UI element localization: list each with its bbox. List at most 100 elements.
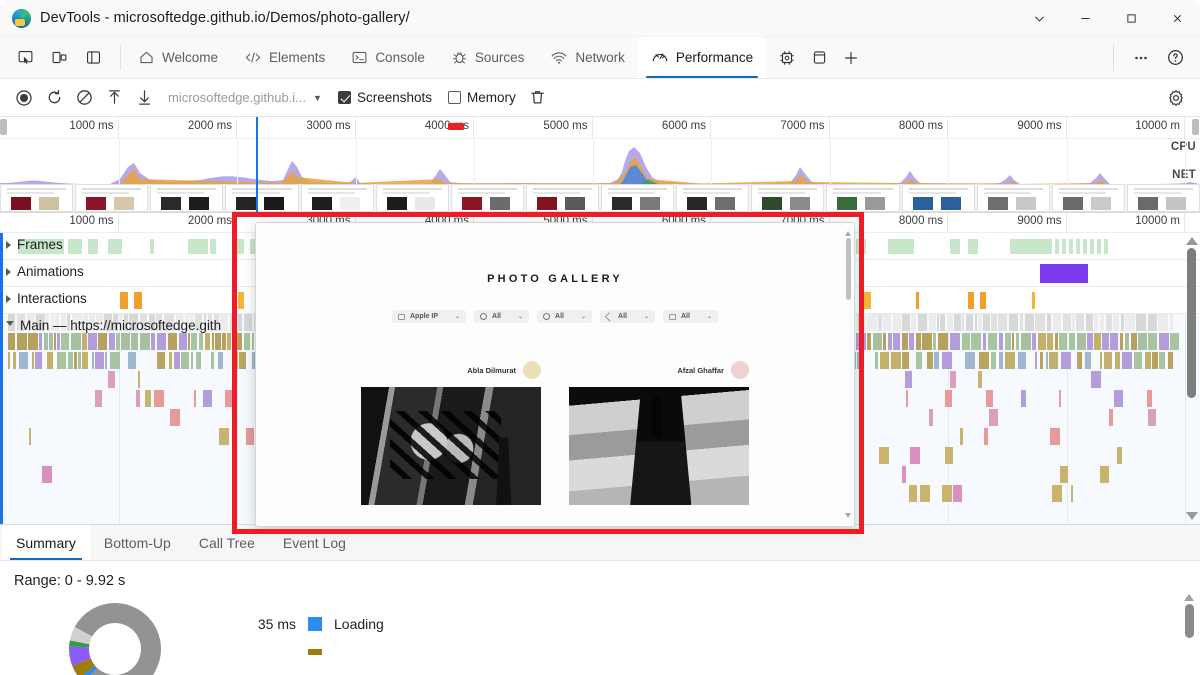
- flame-bar[interactable]: [991, 352, 996, 369]
- flame-bar[interactable]: [230, 314, 237, 331]
- interaction-bar[interactable]: [1032, 292, 1035, 309]
- tab-bottom-up[interactable]: Bottom-Up: [90, 525, 185, 560]
- tab-elements[interactable]: Elements: [231, 37, 338, 78]
- frame-bar[interactable]: [888, 239, 914, 254]
- overview-playhead[interactable]: [256, 117, 258, 212]
- flame-bar[interactable]: [905, 371, 912, 388]
- flame-bar[interactable]: [916, 352, 922, 369]
- flame-bar[interactable]: [1085, 352, 1091, 369]
- flame-bar[interactable]: [1125, 314, 1135, 331]
- flame-bar[interactable]: [909, 485, 917, 502]
- flame-bar[interactable]: [1021, 390, 1026, 407]
- flame-bar[interactable]: [28, 333, 38, 350]
- flame-bar[interactable]: [199, 333, 203, 350]
- flame-bar[interactable]: [136, 390, 140, 407]
- interaction-bar[interactable]: [968, 292, 974, 309]
- flame-bar[interactable]: [205, 333, 210, 350]
- flame-bar[interactable]: [910, 447, 920, 464]
- flame-bar[interactable]: [1087, 333, 1093, 350]
- help-icon[interactable]: [1160, 43, 1190, 73]
- flame-bar[interactable]: [1025, 314, 1034, 331]
- flame-bar[interactable]: [902, 333, 908, 350]
- filmstrip-frame[interactable]: [826, 184, 899, 212]
- flame-bar[interactable]: [986, 390, 993, 407]
- animation-bar[interactable]: [1040, 264, 1088, 283]
- flame-bar[interactable]: [1136, 314, 1146, 331]
- flame-bar[interactable]: [105, 352, 107, 369]
- filmstrip-frame[interactable]: [601, 184, 674, 212]
- flame-bar[interactable]: [950, 371, 956, 388]
- flame-bar[interactable]: [1158, 314, 1168, 331]
- flame-bar[interactable]: [979, 352, 989, 369]
- minimize-icon[interactable]: [1062, 0, 1108, 37]
- flame-bar[interactable]: [170, 409, 180, 426]
- filmstrip-frame[interactable]: [150, 184, 223, 212]
- selection-left-edge[interactable]: [0, 233, 3, 524]
- flame-bar[interactable]: [1115, 352, 1120, 369]
- flame-bar[interactable]: [154, 390, 164, 407]
- flame-bar[interactable]: [157, 333, 166, 350]
- frame-bar[interactable]: [1090, 239, 1094, 254]
- filmstrip-frame[interactable]: [1127, 184, 1200, 212]
- flame-bar[interactable]: [950, 333, 960, 350]
- flame-bar[interactable]: [92, 352, 94, 369]
- flame-bar[interactable]: [1122, 352, 1132, 369]
- flame-bar[interactable]: [57, 352, 66, 369]
- frame-bar[interactable]: [1069, 239, 1073, 254]
- flame-bar[interactable]: [181, 352, 189, 369]
- flame-bar[interactable]: [95, 352, 104, 369]
- flame-bar[interactable]: [1009, 314, 1018, 331]
- flame-bar[interactable]: [1076, 314, 1084, 331]
- flame-bar[interactable]: [902, 352, 909, 369]
- flame-bar[interactable]: [1131, 333, 1137, 350]
- scroll-up-icon[interactable]: [1186, 237, 1198, 245]
- flame-bar[interactable]: [238, 314, 242, 331]
- flame-bar[interactable]: [227, 333, 231, 350]
- flame-bar[interactable]: [108, 371, 115, 388]
- flame-bar[interactable]: [1170, 333, 1179, 350]
- scrollbar-thumb[interactable]: [846, 238, 851, 300]
- maximize-icon[interactable]: [1108, 0, 1154, 37]
- frame-bar[interactable]: [1104, 239, 1108, 254]
- flame-bar[interactable]: [1102, 333, 1109, 350]
- flame-bar[interactable]: [1117, 447, 1122, 464]
- flame-bar[interactable]: [252, 333, 254, 350]
- flame-bar[interactable]: [17, 333, 27, 350]
- preview-scrollbar[interactable]: [844, 229, 852, 520]
- flame-bar[interactable]: [867, 314, 877, 331]
- flame-bar[interactable]: [922, 333, 932, 350]
- filter-camera[interactable]: Apple IP ⌄: [392, 310, 466, 323]
- flame-bar[interactable]: [920, 485, 930, 502]
- flame-bar[interactable]: [233, 333, 242, 350]
- flame-bar[interactable]: [1071, 485, 1073, 502]
- flame-bar[interactable]: [8, 352, 10, 369]
- scroll-up-icon[interactable]: [845, 231, 851, 236]
- flame-bar[interactable]: [1104, 352, 1112, 369]
- track-header-interactions[interactable]: Interactions: [6, 291, 87, 306]
- flame-bar[interactable]: [1053, 314, 1061, 331]
- scrollbar-thumb[interactable]: [1187, 248, 1196, 398]
- flame-bar[interactable]: [978, 371, 982, 388]
- tab-performance[interactable]: Performance: [638, 37, 766, 78]
- flame-bar[interactable]: [940, 314, 945, 331]
- flame-bar[interactable]: [998, 314, 1007, 331]
- memory-checkbox[interactable]: Memory: [448, 90, 516, 105]
- flame-bar[interactable]: [911, 314, 916, 331]
- filmstrip-frame[interactable]: [0, 184, 73, 212]
- filmstrip-frame[interactable]: [751, 184, 824, 212]
- flame-bar[interactable]: [157, 352, 165, 369]
- flame-bar[interactable]: [1072, 314, 1075, 331]
- scroll-up-icon[interactable]: [1184, 594, 1194, 601]
- frame-bar[interactable]: [1076, 239, 1080, 254]
- flame-bar[interactable]: [239, 352, 246, 369]
- flame-bar[interactable]: [1152, 352, 1158, 369]
- flame-bar[interactable]: [878, 314, 882, 331]
- flame-bar[interactable]: [1114, 390, 1123, 407]
- flame-bar[interactable]: [82, 333, 87, 350]
- flame-bar[interactable]: [1121, 314, 1124, 331]
- flame-bar[interactable]: [1049, 352, 1058, 369]
- device-emulation-icon[interactable]: [44, 43, 74, 73]
- flame-bar[interactable]: [893, 333, 900, 350]
- gallery-photo[interactable]: [361, 387, 541, 505]
- gallery-card[interactable]: Abla Dilmurat: [361, 361, 541, 505]
